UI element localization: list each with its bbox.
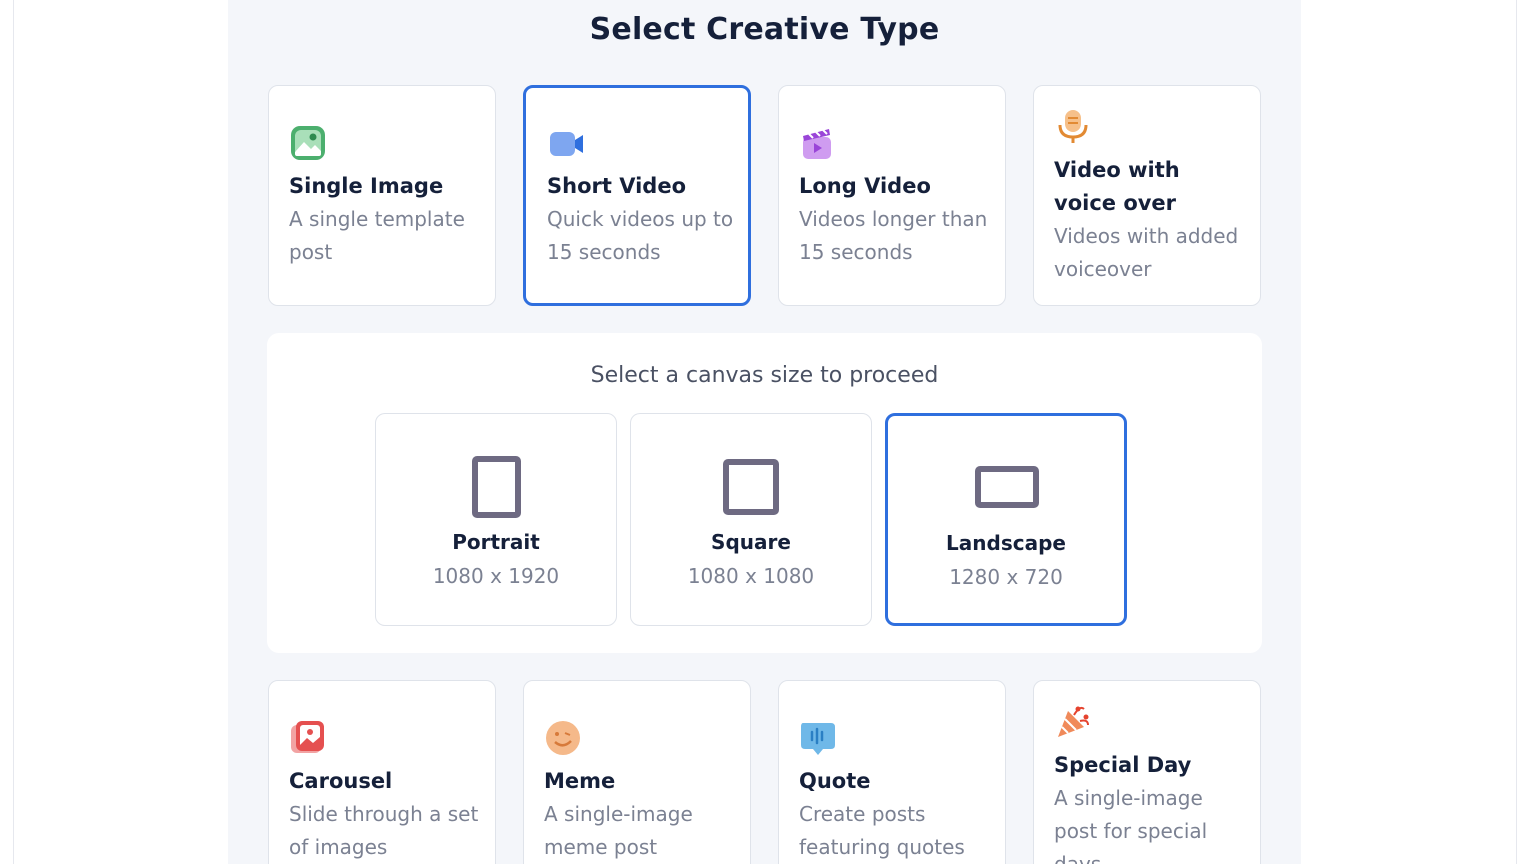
canvas-option-square[interactable]: Square 1080 x 1080: [630, 413, 872, 626]
card-description: A single-image post for special days: [1054, 786, 1208, 864]
card-video-voice-over[interactable]: Video with voice over Videos with added …: [1033, 85, 1261, 306]
carousel-icon: [289, 719, 327, 757]
creative-type-panel: Select Creative Type Single Image A sing…: [228, 0, 1301, 864]
left-page-edge: [0, 0, 14, 864]
card-title: Carousel: [289, 769, 393, 793]
card-single-image[interactable]: Single Image A single template post: [268, 85, 496, 306]
card-description: A single-image meme post: [544, 802, 693, 859]
card-title: Single Image: [289, 174, 444, 198]
canvas-option-dimensions: 1080 x 1920: [432, 564, 560, 588]
card-description: Slide through a set of images: [289, 802, 479, 859]
card-special-day[interactable]: Special Day A single-image post for spec…: [1033, 680, 1261, 864]
card-description: Create posts featuring quotes: [799, 802, 965, 859]
canvas-option-name: Landscape: [946, 531, 1066, 555]
card-title: Special Day: [1054, 753, 1192, 777]
card-title: Quote: [799, 769, 871, 793]
landscape-icon: [975, 466, 1039, 508]
card-short-video[interactable]: Short Video Quick videos up to 15 second…: [523, 85, 751, 306]
card-title: Video with voice over: [1054, 158, 1180, 215]
canvas-option-landscape[interactable]: Landscape 1280 x 720: [885, 413, 1127, 626]
canvas-size-heading: Select a canvas size to proceed: [590, 363, 939, 388]
card-long-video[interactable]: Long Video Videos longer than 15 seconds: [778, 85, 1006, 306]
canvas-option-portrait[interactable]: Portrait 1080 x 1920: [375, 413, 617, 626]
card-description: Videos with added voiceover: [1054, 224, 1239, 281]
canvas-size-selector: Select a canvas size to proceed Portrait…: [267, 333, 1262, 653]
card-carousel[interactable]: Carousel Slide through a set of images: [268, 680, 496, 864]
card-title: Meme: [544, 769, 616, 793]
card-quote[interactable]: Quote Create posts featuring quotes: [778, 680, 1006, 864]
canvas-option-dimensions: 1280 x 720: [949, 565, 1063, 589]
card-description: Videos longer than 15 seconds: [799, 207, 988, 264]
card-meme[interactable]: Meme A single-image meme post: [523, 680, 751, 864]
card-title: Short Video: [547, 174, 686, 198]
canvas-option-dimensions: 1080 x 1080: [687, 564, 815, 588]
card-title: Long Video: [799, 174, 931, 198]
quote-bubble-icon: [799, 719, 837, 757]
clapperboard-icon: [799, 124, 837, 162]
canvas-option-name: Portrait: [452, 530, 540, 554]
microphone-icon: [1054, 108, 1092, 146]
video-camera-icon: [548, 125, 586, 163]
canvas-option-name: Square: [711, 530, 791, 554]
party-popper-icon: [1054, 703, 1092, 741]
card-description: A single template post: [289, 207, 465, 264]
image-icon: [289, 124, 327, 162]
page-title: Select Creative Type: [589, 12, 940, 47]
right-scrollbar-track[interactable]: [1516, 0, 1536, 864]
smiley-icon: [544, 719, 582, 757]
portrait-icon: [472, 456, 521, 518]
card-description: Quick videos up to 15 seconds: [547, 207, 734, 264]
square-icon: [723, 459, 779, 515]
